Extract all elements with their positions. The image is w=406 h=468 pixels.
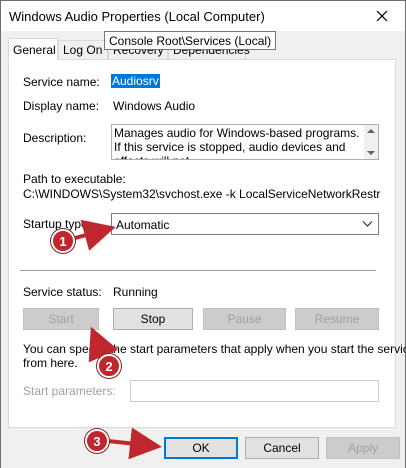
cancel-button[interactable]: Cancel [245,437,319,459]
display-name-label: Display name: [23,99,100,113]
startup-type-label: Startup type: [23,217,92,231]
description-scrollbar[interactable] [364,125,378,159]
chevron-down-icon [362,221,373,227]
annotation-badge-3: 3 [85,429,109,453]
scroll-up-icon[interactable] [367,129,375,133]
service-name-value[interactable]: Audiosrv [111,74,160,88]
stop-button[interactable]: Stop [113,308,193,330]
start-params-input[interactable] [130,380,379,402]
description-text: Manages audio for Windows-based programs… [114,126,360,159]
description-box[interactable]: Manages audio for Windows-based programs… [111,124,379,160]
service-name-label: Service name: [23,75,100,89]
startup-type-select[interactable]: Automatic [111,213,379,235]
path-label: Path to executable: [23,172,126,186]
apply-button[interactable]: Apply [326,437,400,459]
service-status-value: Running [113,285,158,299]
start-params-hint: You can specify the start parameters tha… [23,342,406,356]
annotation-badge-2: 2 [97,354,121,378]
separator [20,270,376,271]
start-params-label: Start parameters: [23,384,116,398]
description-label: Description: [23,131,87,145]
path-value[interactable]: C:\WINDOWS\System32\svchost.exe -k Local… [23,187,381,201]
start-button[interactable]: Start [23,308,99,330]
ok-button[interactable]: OK [164,437,238,459]
service-status-label: Service status: [23,285,102,299]
scroll-down-icon[interactable] [367,151,375,155]
display-name-value[interactable]: Windows Audio [113,99,195,113]
annotation-badge-1: 1 [51,229,75,253]
start-params-hint-2: from here. [23,356,78,370]
startup-type-value: Automatic [116,218,170,232]
pause-button[interactable]: Pause [203,308,286,330]
resume-button[interactable]: Resume [295,308,379,330]
tooltip: Console Root\Services (Local) [104,31,277,50]
